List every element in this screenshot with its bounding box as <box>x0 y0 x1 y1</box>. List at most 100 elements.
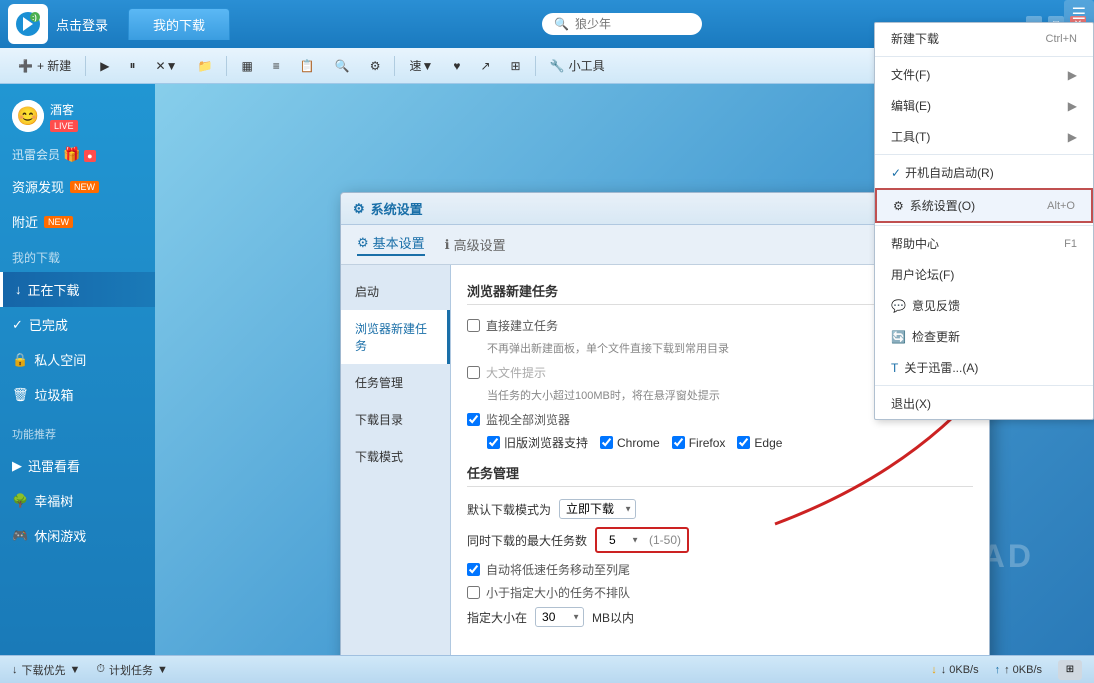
sidebar-item-trash[interactable]: 🗑 垃圾箱 <box>0 377 155 412</box>
sidebar-item-private[interactable]: 🔒 私人空间 <box>0 342 155 377</box>
grid-view-button[interactable]: ▦ <box>235 57 258 75</box>
list-view-button[interactable]: ≡ <box>267 57 286 75</box>
menu-label-update: 检查更新 <box>912 328 960 345</box>
menu-item-forum[interactable]: 用户论坛(F) <box>875 259 1093 290</box>
sep3 <box>394 56 395 76</box>
speed-button[interactable]: 速▼ <box>403 55 439 76</box>
dialog-nav-mode[interactable]: 下载模式 <box>341 438 450 475</box>
resource-badge: NEW <box>70 181 99 193</box>
download-speed-icon: ↓ <box>931 664 937 676</box>
share-button[interactable]: ↗ <box>474 57 496 75</box>
large-file-checkbox[interactable] <box>467 366 480 379</box>
scheduled-arrow: ▼ <box>157 664 168 676</box>
tab-basic-settings[interactable]: ⚙ 基本设置 <box>357 233 425 256</box>
sidebar-item-completed[interactable]: ✓ 已完成 <box>0 307 155 342</box>
settings-button[interactable]: ⚙ <box>364 57 387 75</box>
download-priority[interactable]: ↓ 下载优先 ▼ <box>12 662 80 678</box>
menu-item-settings[interactable]: ⚙ 系统设置(O) Alt+O <box>875 188 1093 223</box>
scheduled-task[interactable]: ⏱ 计划任务 ▼ <box>96 662 167 678</box>
member-badge: ● <box>84 150 95 162</box>
menu-item-autostart[interactable]: ✓ 开机自动启动(R) <box>875 157 1093 188</box>
menu-item-update[interactable]: 🔄 检查更新 <box>875 321 1093 352</box>
menu-label-exit: 退出(X) <box>891 395 931 412</box>
advanced-settings-label: 高级设置 <box>454 235 506 254</box>
dialog-nav-startup[interactable]: 启动 <box>341 273 450 310</box>
delete-button[interactable]: ✕▼ <box>150 57 184 75</box>
trash-label: 垃圾箱 <box>35 385 74 404</box>
more-button[interactable]: ⊞ <box>505 57 527 75</box>
monitor-browser-checkbox[interactable] <box>467 413 480 426</box>
default-mode-label: 默认下载模式为 <box>467 501 551 518</box>
size-label: 指定大小在 <box>467 609 527 626</box>
menu-item-file[interactable]: 文件(F) ▶ <box>875 59 1093 90</box>
auto-move-label: 自动将低速任务移动至列尾 <box>486 561 630 578</box>
member-section[interactable]: 迅雷会员 🎁 ● <box>0 140 155 169</box>
menu-item-about[interactable]: T 关于迅雷...(A) <box>875 352 1093 383</box>
sidebar-item-downloading[interactable]: ↓ 正在下载 <box>0 272 155 307</box>
menu-item-new-download[interactable]: 新建下载 Ctrl+N <box>875 23 1093 54</box>
menu-item-tools[interactable]: 工具(T) ▶ <box>875 121 1093 152</box>
menu-label-help: 帮助中心 <box>891 235 939 252</box>
browser-chrome: Chrome <box>600 436 660 450</box>
sidebar-item-happy-tree[interactable]: 🌳 幸福树 <box>0 483 155 518</box>
menu-item-feedback[interactable]: 💬 意见反馈 <box>875 290 1093 321</box>
sidebar-item-resource[interactable]: 资源发现 NEW <box>0 169 155 204</box>
dialog-nav-browser[interactable]: 浏览器新建任务 <box>341 310 450 364</box>
download-priority-icon: ↓ <box>12 664 18 676</box>
scheduled-label: 计划任务 <box>109 662 153 678</box>
browser-firefox: Firefox <box>672 436 726 450</box>
pause-button[interactable]: ⏸ <box>124 56 142 75</box>
direct-task-checkbox[interactable] <box>467 319 480 332</box>
size-wrapper: 30 10 50 100 <box>535 607 584 627</box>
tools-button[interactable]: 🔧 小工具 <box>544 55 611 76</box>
browser-edge-checkbox[interactable] <box>737 436 750 449</box>
download-speed-value: ↓ 0KB/s <box>941 664 979 676</box>
browser-edge-label: Edge <box>754 436 782 450</box>
dialog-nav-directory[interactable]: 下载目录 <box>341 401 450 438</box>
dialog-nav-task[interactable]: 任务管理 <box>341 364 450 401</box>
size-select[interactable]: 30 10 50 100 <box>535 607 584 627</box>
menu-label-settings: 系统设置(O) <box>910 197 975 214</box>
play-button[interactable]: ▶ <box>94 57 115 75</box>
grid-icon: ⊞ <box>1066 664 1074 675</box>
sidebar-item-games[interactable]: 🎮 休闲游戏 <box>0 518 155 553</box>
menu-item-help[interactable]: 帮助中心 F1 <box>875 228 1093 259</box>
avatar: 😊 <box>12 100 44 132</box>
heart-button[interactable]: ♥ <box>447 57 466 75</box>
menu-item-exit[interactable]: 退出(X) <box>875 388 1093 419</box>
large-file-label: 大文件提示 <box>486 364 546 381</box>
small-file-checkbox[interactable] <box>467 586 480 599</box>
sidebar-item-xunlei-watch[interactable]: ▶ 迅雷看看 <box>0 448 155 483</box>
search-input[interactable] <box>575 17 690 31</box>
login-button[interactable]: 点击登录 <box>56 15 108 34</box>
search-icon: 🔍 <box>554 17 569 31</box>
menu-item-edit[interactable]: 编辑(E) ▶ <box>875 90 1093 121</box>
browser-chrome-checkbox[interactable] <box>600 436 613 449</box>
search-button[interactable]: 🔍 <box>329 57 356 75</box>
browser-firefox-checkbox[interactable] <box>672 436 685 449</box>
main-tab[interactable]: 我的下载 <box>128 8 230 40</box>
tab-advanced-settings[interactable]: ℹ 高级设置 <box>445 233 506 256</box>
upload-speed-value: ↑ 0KB/s <box>1004 664 1042 676</box>
menu-shortcut-new-download: Ctrl+N <box>1046 33 1077 45</box>
nearby-badge: NEW <box>44 216 73 228</box>
scheduled-icon: ⏱ <box>96 663 105 676</box>
detail-view-button[interactable]: 📋 <box>294 57 321 75</box>
sidebar-item-nearby[interactable]: 附近 NEW <box>0 204 155 239</box>
auto-move-checkbox[interactable] <box>467 563 480 576</box>
max-task-select[interactable]: 5 1 2 3 10 <box>603 531 643 549</box>
browser-old-checkbox[interactable] <box>487 436 500 449</box>
completed-label: 已完成 <box>29 315 68 334</box>
new-button[interactable]: ➕ + 新建 <box>12 55 77 76</box>
live-badge: LIVE <box>50 120 78 132</box>
upload-speed: ↑ ↑ 0KB/s <box>995 664 1042 676</box>
menu-arrow-edit: ▶ <box>1068 99 1077 113</box>
status-extra-btn[interactable]: ⊞ <box>1058 660 1082 680</box>
default-mode-wrapper: 立即下载 <box>559 499 636 519</box>
feedback-icon: 💬 <box>891 299 906 313</box>
sep4 <box>535 56 536 76</box>
xunlei-watch-label: 迅雷看看 <box>28 456 80 475</box>
default-mode-select[interactable]: 立即下载 <box>559 499 636 519</box>
max-task-wrapper: 5 1 2 3 10 <box>603 531 643 549</box>
open-folder-button[interactable]: 📁 <box>191 57 218 75</box>
